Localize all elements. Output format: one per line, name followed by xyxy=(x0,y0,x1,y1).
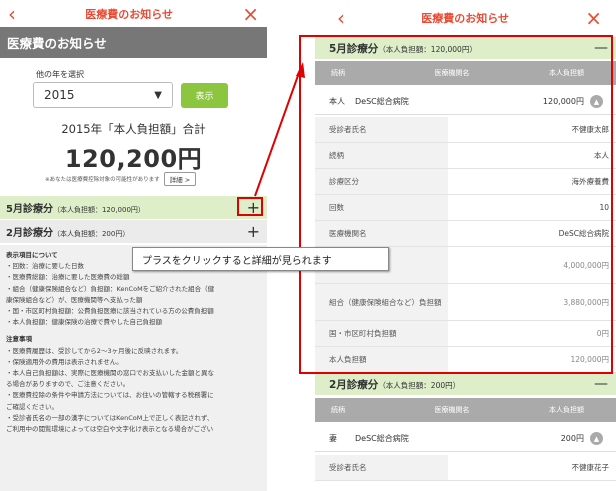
detail-table: 受診者氏名 不健康太郎 続柄 本人 診療区分 海外療養費 回数 10 医療機関名 DeSC… xyxy=(315,117,616,373)
dropdown-triangle-icon: ▼ xyxy=(154,89,162,101)
year-select[interactable]: 2015 ▼ xyxy=(33,82,173,108)
close-icon[interactable]: × xyxy=(585,8,602,28)
collapse-chevron-icon[interactable]: ▲ xyxy=(590,432,603,445)
detail-row: 回数 10 xyxy=(315,195,616,221)
col-hospital: 医療機関名 xyxy=(434,69,470,77)
table-header: 続柄 医療機関名 本人負担額 xyxy=(315,61,616,85)
col-relation: 続柄 xyxy=(331,69,345,77)
close-icon[interactable]: × xyxy=(242,4,259,24)
month-row-may[interactable]: 5月診療分（本人負担額：120,000円） + xyxy=(0,196,267,219)
total-caption: 2015年「本人負担額」合計 xyxy=(61,122,206,136)
table-header: 続柄 医療機関名 本人負担額 xyxy=(315,398,616,422)
left-screen: ‹ 医療費のお知らせ × 医療費のお知らせ 他の年を選択 2015 ▼ 表示 2… xyxy=(0,0,267,491)
detail-row: 受診者氏名 不健康太郎 xyxy=(315,117,616,143)
month-label: 2月診療分（本人負担額：200円） xyxy=(6,228,130,239)
col-relation: 続柄 xyxy=(331,406,345,414)
page-title: 医療費のお知らせ xyxy=(0,27,267,58)
back-chevron-icon[interactable]: ‹ xyxy=(337,8,345,28)
notice-line: ・保険適用外の費用は表示されません。 xyxy=(6,357,123,366)
right-screen: ‹ 医療費のお知らせ × 5月診療分（本人負担額：120,000円） — 続柄 … xyxy=(315,0,616,491)
detail-row: 国・市区町村負担額 0円 xyxy=(315,321,616,347)
deduction-note-text: ※あなたは医療費控除対象の可能性があります xyxy=(45,177,160,183)
detail-row: 受診者氏名 不健康花子 xyxy=(315,455,616,481)
info-line: ・国・市区町村負担額：公費負担医療に該当されている方の公費負担額 xyxy=(6,307,214,316)
notice-heading: 注意事項 xyxy=(6,335,32,344)
minus-icon[interactable]: — xyxy=(594,40,608,56)
month-row-feb[interactable]: 2月診療分（本人負担額：200円） + xyxy=(0,220,267,243)
notice-line: ・医療費履歴は、受診してから2～3ヶ月後に反映されます。 xyxy=(6,346,183,355)
info-line: ・本人負担額：健康保険の治療で費やした自己負担額 xyxy=(6,318,162,327)
notice-line: ご確認ください。 xyxy=(6,402,58,411)
plus-icon[interactable]: + xyxy=(247,223,260,240)
month-row-feb-expanded[interactable]: 2月診療分（本人負担額：200円） — xyxy=(315,373,616,395)
year-label: 他の年を選択 xyxy=(36,70,84,79)
back-chevron-icon[interactable]: ‹ xyxy=(8,4,16,24)
detail-row: 診療区分 海外療養費 xyxy=(315,169,616,195)
detail-row: 本人負担額 120,000円 xyxy=(315,347,616,373)
detail-button[interactable]: 詳細 > xyxy=(163,172,197,186)
info-line: 康保険組合など）が、医療機関等へ支払った額 xyxy=(6,295,143,304)
detail-row: 組合（健康保険組合など）負担額 3,880,000円 xyxy=(315,284,616,321)
notice-line: ・本人自己負担額は、実際に医療機関の窓口でお支払いした金額と異な xyxy=(6,369,214,378)
plus-highlight-box xyxy=(237,197,263,216)
info-line: ・組合（健康保険組合など）負担額：KenCoMをご紹介された組合（健 xyxy=(6,284,215,293)
hospital: DeSC総合病院 xyxy=(355,434,409,443)
relation: 妻 xyxy=(329,434,337,443)
month-label: 2月診療分（本人負担額：200円） xyxy=(329,378,461,391)
col-hospital: 医療機関名 xyxy=(434,406,470,414)
notice-line: ご利用中の閲覧環境によっては空白や文字化け表示となる場合がござい xyxy=(6,425,214,434)
month-label: 5月診療分（本人負担額：120,000円） xyxy=(329,42,477,55)
detail-table: 受診者氏名 不健康花子 xyxy=(315,455,616,481)
callout-box: プラスをクリックすると詳細が見られます xyxy=(132,247,389,271)
top-nav: ‹ 医療費のお知らせ × xyxy=(315,0,616,35)
notice-line: る場合がありますので、ご注意ください。 xyxy=(6,380,130,389)
amount: 200円 xyxy=(560,434,584,443)
detail-row: 続柄 本人 xyxy=(315,143,616,169)
info-section: 表示項目について ・回数：治療に要した日数 ・医療費総額：治療に要した医療費の総… xyxy=(0,245,267,491)
detail-row: 医療機関名 DeSC総合病院 xyxy=(315,221,616,247)
month-row-may-expanded[interactable]: 5月診療分（本人負担額：120,000円） — xyxy=(315,37,616,59)
summary-row[interactable]: 本人 DeSC総合病院 120,000円 ▲ xyxy=(315,89,616,115)
relation: 本人 xyxy=(329,97,345,106)
total-amount: 120,200円 xyxy=(64,145,203,173)
nav-title: 医療費のお知らせ xyxy=(85,7,173,21)
minus-icon[interactable]: — xyxy=(594,376,608,392)
month-label: 5月診療分（本人負担額：120,000円） xyxy=(6,204,145,215)
top-nav: ‹ 医療費のお知らせ × xyxy=(0,0,267,27)
year-value: 2015 xyxy=(44,88,75,102)
nav-title: 医療費のお知らせ xyxy=(421,11,509,25)
show-button[interactable]: 表示 xyxy=(181,83,228,108)
amount: 120,000円 xyxy=(542,97,584,106)
col-amount: 本人負担額 xyxy=(549,406,584,414)
notice-line: ・受診者氏名の一部の漢字についてはKenCoM上で正しく表記されず、 xyxy=(6,413,214,422)
info-line: ・医療費総額：治療に要した医療費の総額 xyxy=(6,273,130,282)
summary-row[interactable]: 妻 DeSC総合病院 200円 ▲ xyxy=(315,426,616,452)
notice-line: ・医療費控除の条件や申請方法については、お住いの管轄する税務署に xyxy=(6,391,214,400)
collapse-chevron-icon[interactable]: ▲ xyxy=(590,95,603,108)
deduction-note: ※あなたは医療費控除対象の可能性があります 詳細 > xyxy=(45,172,197,186)
col-amount: 本人負担額 xyxy=(549,69,584,77)
hospital: DeSC総合病院 xyxy=(355,97,409,106)
